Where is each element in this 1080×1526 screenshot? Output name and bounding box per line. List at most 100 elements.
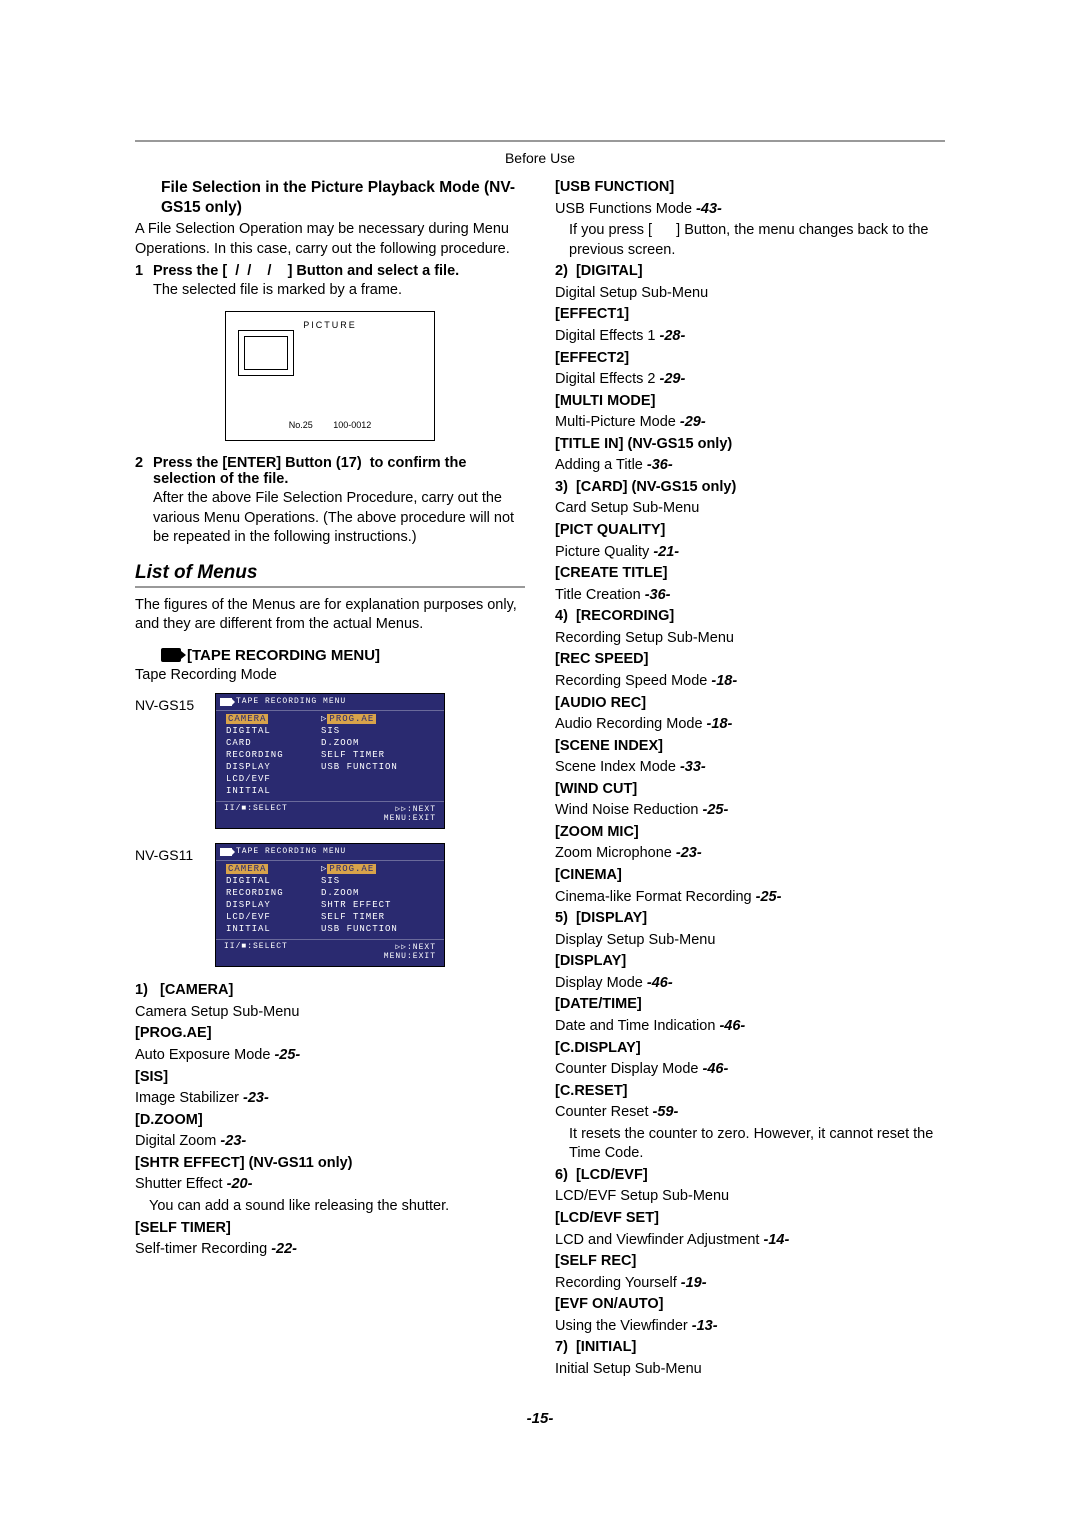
menu-heading: [C.RESET] xyxy=(555,1082,945,1102)
menu-screenshot-gs11: NV-GS11 TAPE RECORDING MENU CAMERA ▷PROG… xyxy=(135,843,525,967)
menu-col-right: D.ZOOM xyxy=(321,888,434,898)
section-head: [CAMERA] xyxy=(160,982,233,998)
menu-heading: [TITLE IN] (NV-GS15 only) xyxy=(555,435,945,455)
section-head: [LCD/EVF] xyxy=(576,1167,648,1183)
menu-row: INITIAL xyxy=(216,785,444,797)
page-ref: -25- xyxy=(274,1047,300,1063)
menu-desc-text: Using the Viewfinder xyxy=(555,1318,692,1334)
menu-screen: TAPE RECORDING MENU CAMERA ▷PROG.AEDIGIT… xyxy=(215,693,445,829)
page-ref: -19- xyxy=(681,1275,707,1291)
menu-col-right: ▷PROG.AE xyxy=(321,864,434,874)
menu-col-left: LCD/EVF xyxy=(226,912,321,922)
menu-desc: Adding a Title -36- xyxy=(555,456,945,476)
section-header: 7) [INITIAL] xyxy=(555,1338,945,1358)
two-column-layout: File Selection in the Picture Playback M… xyxy=(135,176,945,1382)
menu-col-left: DIGITAL xyxy=(226,726,321,736)
menu-title-text: TAPE RECORDING MENU xyxy=(236,847,346,856)
menu-desc: Cinema-like Format Recording -25- xyxy=(555,888,945,908)
menu-heading: [SELF REC] xyxy=(555,1252,945,1272)
menu-desc: Counter Display Mode -46- xyxy=(555,1060,945,1080)
menu-footer-exit: MENU:EXIT xyxy=(384,952,436,961)
step-number: 2 xyxy=(135,455,153,487)
menu-row: DISPLAYSHTR EFFECT xyxy=(216,899,444,911)
page-ref: -46- xyxy=(703,1061,729,1077)
menu-desc: USB Functions Mode -43- xyxy=(555,200,945,220)
list-of-menus-title: List of Menus xyxy=(135,562,525,584)
menu-heading: [EFFECT2] xyxy=(555,349,945,369)
menu-desc-text: Title Creation xyxy=(555,587,645,603)
page-ref: -22- xyxy=(271,1241,297,1257)
menu-row: INITIALUSB FUNCTION xyxy=(216,923,444,935)
section-number: 6) xyxy=(555,1167,568,1183)
section-number: 1) xyxy=(135,982,148,998)
page-ref: -18- xyxy=(711,673,737,689)
menu-desc-text: Date and Time Indication xyxy=(555,1018,719,1034)
page-ref: -25- xyxy=(703,802,729,818)
page-ref: -36- xyxy=(645,587,671,603)
menu-col-left: RECORDING xyxy=(226,750,321,760)
section-sub: LCD/EVF Setup Sub-Menu xyxy=(555,1187,945,1207)
section-number: 5) xyxy=(555,910,568,926)
menu-desc: Recording Speed Mode -18- xyxy=(555,672,945,692)
menu-desc-text: Multi-Picture Mode xyxy=(555,414,680,430)
picture-meta: No.25 100-0012 xyxy=(226,420,434,430)
menu-heading: [DISPLAY] xyxy=(555,952,945,972)
menu-desc: Audio Recording Mode -18- xyxy=(555,715,945,735)
menu-heading: [SELF TIMER] xyxy=(135,1219,525,1239)
menu-col-left: RECORDING xyxy=(226,888,321,898)
page-ref: -46- xyxy=(647,975,673,991)
section-header: 4) [RECORDING] xyxy=(555,607,945,627)
page-ref: -29- xyxy=(660,371,686,387)
menu-heading: [EVF ON/AUTO] xyxy=(555,1295,945,1315)
page-ref: -36- xyxy=(647,457,673,473)
menu-heading: [CINEMA] xyxy=(555,866,945,886)
step-number: 1 xyxy=(135,263,153,279)
tape-recording-menu-header: [TAPE RECORDING MENU] xyxy=(161,647,525,664)
section-header: 5) [DISPLAY] xyxy=(555,909,945,929)
menu-heading: [SHTR EFFECT] (NV-GS11 only) xyxy=(135,1154,525,1174)
file-selection-title: File Selection in the Picture Playback M… xyxy=(161,178,525,218)
menu-desc-text: Digital Effects 1 xyxy=(555,328,660,344)
step-1-note: The selected file is marked by a frame. xyxy=(153,281,525,301)
file-selection-intro: A File Selection Operation may be necess… xyxy=(135,220,525,259)
section-head: [INITIAL] xyxy=(576,1339,636,1355)
menu-desc-text: Self-timer Recording xyxy=(135,1241,271,1257)
section-head: [CARD] (NV-GS15 only) xyxy=(576,479,736,495)
menu-desc-text: Scene Index Mode xyxy=(555,759,680,775)
menu-desc: Using the Viewfinder -13- xyxy=(555,1317,945,1337)
menu-desc-text: Digital Effects 2 xyxy=(555,371,660,387)
item-note: It resets the counter to zero. However, … xyxy=(569,1125,945,1164)
menu-col-right: USB FUNCTION xyxy=(321,762,434,772)
menu-divider xyxy=(216,710,444,711)
menu-desc: Digital Effects 2 -29- xyxy=(555,370,945,390)
menu-desc-text: USB Functions Mode xyxy=(555,201,696,217)
menu-heading: [ZOOM MIC] xyxy=(555,823,945,843)
menu-desc: Shutter Effect -20- xyxy=(135,1175,525,1195)
menu-desc-text: Recording Speed Mode xyxy=(555,673,711,689)
page-ref: -23- xyxy=(676,845,702,861)
section-header: 3) [CARD] (NV-GS15 only) xyxy=(555,478,945,498)
menu-heading: [EFFECT1] xyxy=(555,305,945,325)
menu-row: CARDD.ZOOM xyxy=(216,737,444,749)
menu-desc-text: Audio Recording Mode xyxy=(555,716,707,732)
manual-page: Before Use File Selection in the Picture… xyxy=(125,140,955,1427)
page-ref: -14- xyxy=(764,1232,790,1248)
menu-desc: Image Stabilizer -23- xyxy=(135,1089,525,1109)
page-ref: -46- xyxy=(719,1018,745,1034)
menu-footer: II/■:SELECT ▷▷:NEXT MENU:EXIT xyxy=(216,801,444,826)
menu-heading: [D.ZOOM] xyxy=(135,1111,525,1131)
menu-desc-text: Wind Noise Reduction xyxy=(555,802,703,818)
menu-footer-select: II/■:SELECT xyxy=(224,942,288,961)
menu-screen: TAPE RECORDING MENU CAMERA ▷PROG.AEDIGIT… xyxy=(215,843,445,967)
menu-desc: Date and Time Indication -46- xyxy=(555,1017,945,1037)
camera-section-header: 1) [CAMERA] xyxy=(135,981,525,1001)
model-label-gs11: NV-GS11 xyxy=(135,843,215,863)
menu-row: LCD/EVFSELF TIMER xyxy=(216,911,444,923)
section-divider xyxy=(135,586,525,588)
menu-desc: Digital Zoom -23- xyxy=(135,1132,525,1152)
page-ref: -23- xyxy=(220,1133,246,1149)
section-number: 2) xyxy=(555,263,568,279)
menu-col-right: SELF TIMER xyxy=(321,750,434,760)
step-2-note: After the above File Selection Procedure… xyxy=(153,489,525,548)
page-ref: -13- xyxy=(692,1318,718,1334)
